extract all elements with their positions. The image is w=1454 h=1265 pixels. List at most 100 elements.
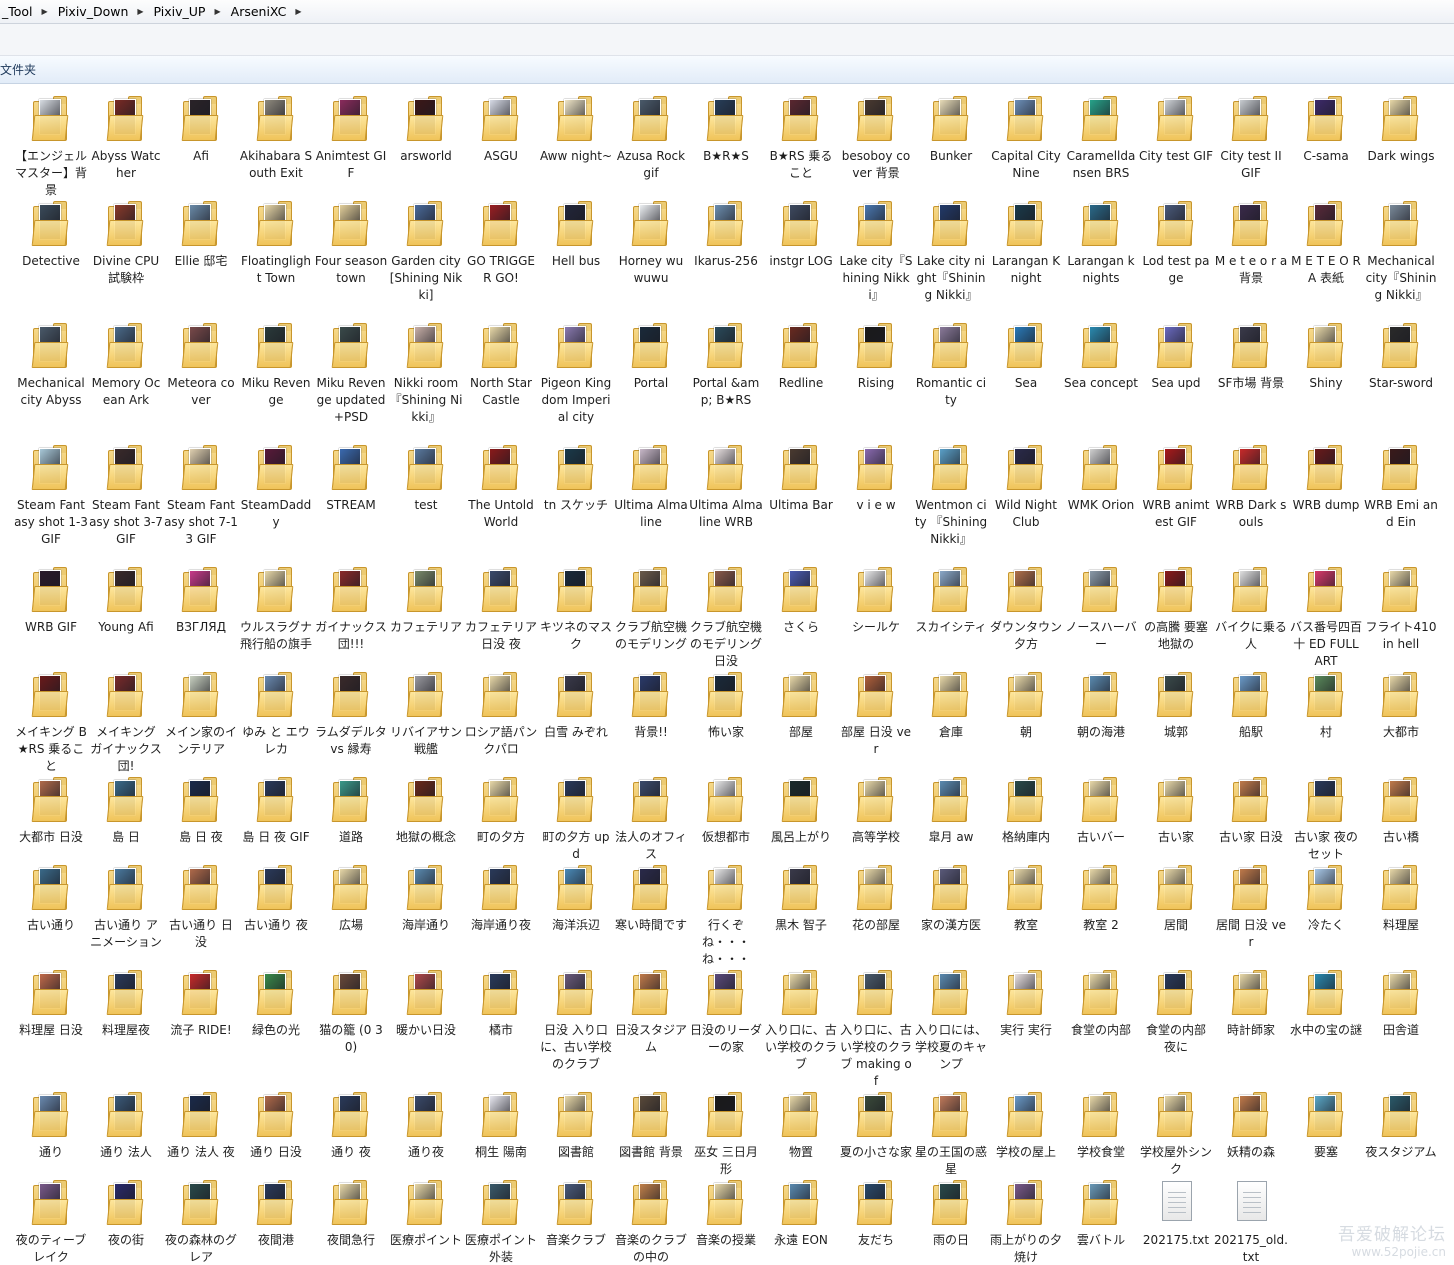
folder-item[interactable]: Steam Fantasy shot 3-7 GIF: [88, 442, 164, 548]
folder-item[interactable]: 皐月 aw: [913, 774, 989, 846]
folder-item[interactable]: カフェテリア: [388, 564, 464, 636]
folder-item[interactable]: 夜の森林のグレア: [163, 1177, 239, 1265]
folder-item[interactable]: The Untold World: [463, 442, 539, 531]
folder-item[interactable]: 入り口に、古い学校のクラブ: [763, 967, 839, 1073]
folder-item[interactable]: Miku Revenge updated +PSD: [313, 320, 389, 426]
folder-item[interactable]: 海岸通り夜: [463, 862, 539, 934]
folder-item[interactable]: Abyss Watcher: [88, 93, 164, 182]
folder-item[interactable]: WMK Orion: [1063, 442, 1139, 514]
folder-item[interactable]: 図書館 背景: [613, 1089, 689, 1161]
folder-item[interactable]: test: [388, 442, 464, 514]
folder-item[interactable]: 図書館: [538, 1089, 614, 1161]
folder-item[interactable]: バイクに乗る人: [1213, 564, 1289, 653]
folder-item[interactable]: 妖精の森: [1213, 1089, 1289, 1161]
breadcrumb-arrow-icon[interactable]: ▶: [36, 7, 56, 16]
folder-item[interactable]: 時計師家: [1213, 967, 1289, 1039]
folder-item[interactable]: 日没スタジアム: [613, 967, 689, 1056]
folder-item[interactable]: Young Afi: [88, 564, 164, 636]
folder-item[interactable]: 雨の日: [913, 1177, 989, 1249]
folder-item[interactable]: ASGU: [463, 93, 539, 165]
folder-item[interactable]: Star-sword: [1363, 320, 1439, 392]
folder-item[interactable]: Dark wings: [1363, 93, 1439, 165]
folder-item[interactable]: 仮想都市: [688, 774, 764, 846]
folder-item[interactable]: ВЗГЛЯД: [163, 564, 239, 636]
folder-item[interactable]: 部屋: [763, 669, 839, 741]
folder-item[interactable]: Miku Revenge: [238, 320, 314, 409]
folder-item[interactable]: Sea concept: [1063, 320, 1139, 392]
folder-item[interactable]: ノースハーバー: [1063, 564, 1139, 653]
folder-item[interactable]: 海洋浜辺: [538, 862, 614, 934]
folder-item[interactable]: WRB GIF: [13, 564, 89, 636]
breadcrumb-item[interactable]: ArseniXC: [229, 4, 290, 19]
folder-item[interactable]: North Star Castle: [463, 320, 539, 409]
folder-item[interactable]: Mechanical city Abyss: [13, 320, 89, 409]
folder-item[interactable]: Shiny: [1288, 320, 1364, 392]
folder-item[interactable]: 音楽の授業: [688, 1177, 764, 1249]
folder-item[interactable]: Caramelldansen BRS: [1063, 93, 1139, 182]
folder-item[interactable]: 高等学校: [838, 774, 914, 846]
folder-item[interactable]: 白雪 みぞれ: [538, 669, 614, 741]
folder-item[interactable]: 猫の籠 (0 30): [313, 967, 389, 1056]
folder-item[interactable]: スカイシティ: [913, 564, 989, 636]
folder-item[interactable]: 水中の宝の謎: [1288, 967, 1364, 1039]
folder-item[interactable]: 通り夜: [388, 1089, 464, 1161]
folder-item[interactable]: besoboy cover 背景: [838, 93, 914, 182]
folder-item[interactable]: 古いバー: [1063, 774, 1139, 846]
folder-item[interactable]: 居間 日没 ver: [1213, 862, 1289, 951]
folder-item[interactable]: 島 日 夜: [163, 774, 239, 846]
folder-item[interactable]: 学校食堂: [1063, 1089, 1139, 1161]
folder-item[interactable]: 入り口に、古い学校のクラブ making of: [838, 967, 914, 1090]
folder-item[interactable]: M e t e o r a 背景: [1213, 198, 1289, 287]
folder-item[interactable]: 道路: [313, 774, 389, 846]
folder-item[interactable]: Portal: [613, 320, 689, 392]
folder-item[interactable]: 寒い時間です: [613, 862, 689, 934]
folder-item[interactable]: 夜間急行: [313, 1177, 389, 1249]
folder-item[interactable]: 料理屋 日没: [13, 967, 89, 1039]
breadcrumb-arrow-icon[interactable]: ▶: [131, 7, 151, 16]
folder-item[interactable]: 食堂の内部 夜に: [1138, 967, 1214, 1056]
folder-item[interactable]: Steam Fantasy shot 7-13 GIF: [163, 442, 239, 548]
folder-item[interactable]: Four season town: [313, 198, 389, 287]
folder-item[interactable]: Azusa Rock gif: [613, 93, 689, 182]
folder-item[interactable]: メイキング B★RS 乗ること: [13, 669, 89, 775]
new-folder-button[interactable]: 文件夹: [0, 61, 36, 78]
folder-item[interactable]: キツネのマスク: [538, 564, 614, 653]
breadcrumb-arrow-icon[interactable]: ▶: [208, 7, 228, 16]
folder-item[interactable]: Ellie 邸宅: [163, 198, 239, 270]
folder-item[interactable]: Afi: [163, 93, 239, 165]
folder-item[interactable]: 通り: [13, 1089, 89, 1161]
folder-item[interactable]: 古い通り 日没: [163, 862, 239, 951]
folder-item[interactable]: Redline: [763, 320, 839, 392]
folder-item[interactable]: Meteora cover: [163, 320, 239, 409]
folder-item[interactable]: Animtest GIF: [313, 93, 389, 182]
folder-item[interactable]: 町の夕方 upd: [538, 774, 614, 863]
folder-item[interactable]: 緑色の光: [238, 967, 314, 1039]
folder-item[interactable]: 倉庫: [913, 669, 989, 741]
folder-item[interactable]: tn スケッチ: [538, 442, 614, 514]
folder-item[interactable]: ダウンタウン夕方: [988, 564, 1064, 653]
folder-item[interactable]: Capital City Nine: [988, 93, 1064, 182]
folder-item[interactable]: 朝の海港: [1063, 669, 1139, 741]
folder-item[interactable]: 古い通り アニメーション: [88, 862, 164, 951]
folder-item[interactable]: 海岸通り: [388, 862, 464, 934]
folder-item[interactable]: Hell bus: [538, 198, 614, 270]
folder-item[interactable]: フライト410 in hell: [1363, 564, 1439, 653]
folder-item[interactable]: 料理屋: [1363, 862, 1439, 934]
folder-item[interactable]: 船駅: [1213, 669, 1289, 741]
folder-item[interactable]: 要塞: [1288, 1089, 1364, 1161]
folder-item[interactable]: カフェテリア 日没 夜: [463, 564, 539, 653]
folder-item[interactable]: 【エンジェルマスター】背景: [13, 93, 89, 199]
folder-item[interactable]: 音楽のクラブの中の: [613, 1177, 689, 1265]
folder-item[interactable]: 日没 入り口に、古い学校のクラブ: [538, 967, 614, 1073]
folder-item[interactable]: ガイナックス団!!!: [313, 564, 389, 653]
folder-item[interactable]: 古い家 日没: [1213, 774, 1289, 846]
folder-item[interactable]: 黒木 智子: [763, 862, 839, 934]
folder-item[interactable]: STREAM: [313, 442, 389, 514]
folder-item[interactable]: Ultima Almaline WRB: [688, 442, 764, 531]
folder-item[interactable]: 島 日: [88, 774, 164, 846]
folder-item[interactable]: ラムダデルタ vs 縁寿: [313, 669, 389, 758]
folder-item[interactable]: Wentmon city 『Shining Nikki』: [913, 442, 989, 548]
folder-item[interactable]: メイキング ガイナックス団!: [88, 669, 164, 775]
folder-item[interactable]: WRB Emi and Ein: [1363, 442, 1439, 531]
folder-item[interactable]: WRB Dark souls: [1213, 442, 1289, 531]
